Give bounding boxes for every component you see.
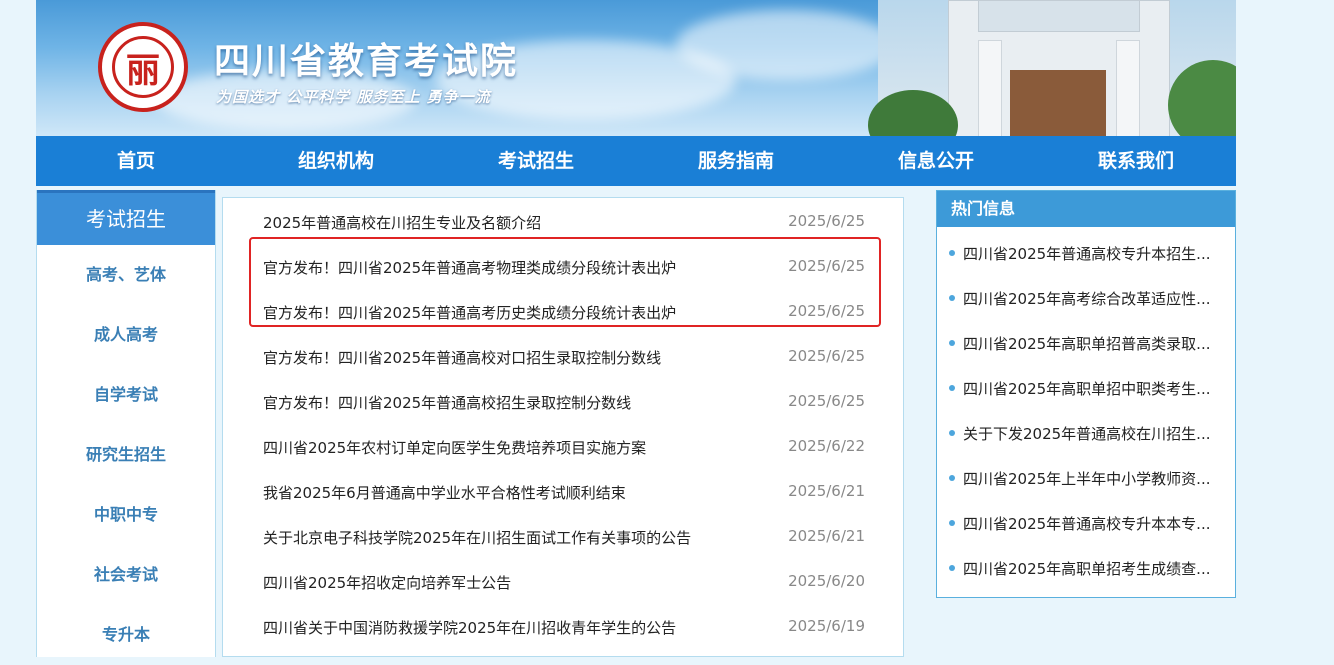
- sidebar-heading: 考试招生: [37, 190, 215, 245]
- hot-info-item[interactable]: 四川省2025年高考综合改革适应性...: [949, 286, 1227, 310]
- hot-info-panel: 热门信息 四川省2025年普通高校专升本招生... 四川省2025年高考综合改革…: [936, 190, 1236, 598]
- news-title[interactable]: 官方发布！四川省2025年普通高考物理类成绩分段统计表出炉: [263, 257, 676, 278]
- sidebar-item-social-exam[interactable]: 社会考试: [37, 545, 215, 605]
- site-slogan: 为国选才 公平科学 服务至上 勇争一流: [216, 88, 491, 106]
- hot-info-title[interactable]: 关于下发2025年普通高校在川招生...: [963, 423, 1225, 444]
- sidebar-item-vocational[interactable]: 中职中专: [37, 485, 215, 545]
- tree-decoration: [1168, 60, 1236, 136]
- sidebar-item-self-study[interactable]: 自学考试: [37, 365, 215, 425]
- cloud-decoration: [676, 10, 896, 80]
- news-date: 2025/6/21: [788, 527, 865, 545]
- nav-home[interactable]: 首页: [36, 136, 236, 186]
- list-item[interactable]: 官方发布！四川省2025年普通高校对口招生录取控制分数线 2025/6/25: [223, 333, 905, 378]
- bullet-icon: [949, 340, 955, 346]
- hot-info-item[interactable]: 四川省2025年上半年中小学教师资...: [949, 466, 1227, 490]
- hot-info-title[interactable]: 四川省2025年普通高校专升本招生...: [963, 243, 1225, 264]
- bullet-icon: [949, 475, 955, 481]
- list-item[interactable]: 官方发布！四川省2025年普通高考历史类成绩分段统计表出炉 2025/6/25: [223, 288, 905, 333]
- news-date: 2025/6/25: [788, 302, 865, 320]
- news-list: 2025年普通高校在川招生专业及名额介绍 2025/6/25 官方发布！四川省2…: [222, 197, 904, 657]
- hot-info-item[interactable]: 四川省2025年普通高校专升本招生...: [949, 241, 1227, 265]
- list-item[interactable]: 官方发布！四川省2025年普通高考物理类成绩分段统计表出炉 2025/6/25: [223, 243, 905, 288]
- nav-exam-admission[interactable]: 考试招生: [436, 136, 636, 186]
- bullet-icon: [949, 385, 955, 391]
- hot-info-item[interactable]: 关于下发2025年普通高校在川招生...: [949, 421, 1227, 445]
- building-entrance: [1010, 70, 1106, 136]
- hot-info-title[interactable]: 四川省2025年高考综合改革适应性...: [963, 288, 1225, 309]
- hot-info-item[interactable]: 四川省2025年高职单招考生成绩查...: [949, 556, 1227, 580]
- sidebar: 考试招生 高考、艺体 成人高考 自学考试 研究生招生 中职中专 社会考试 专升本: [36, 190, 216, 657]
- nav-contact[interactable]: 联系我们: [1036, 136, 1236, 186]
- news-title[interactable]: 2025年普通高校在川招生专业及名额介绍: [263, 212, 541, 233]
- building-photo: [868, 0, 1236, 136]
- news-date: 2025/6/19: [788, 617, 865, 635]
- building-top: [978, 0, 1140, 32]
- nav-organization[interactable]: 组织机构: [236, 136, 436, 186]
- hot-info-title[interactable]: 四川省2025年高职单招考生成绩查...: [963, 558, 1225, 579]
- bullet-icon: [949, 520, 955, 526]
- hot-info-title[interactable]: 四川省2025年高职单招普高类录取...: [963, 333, 1225, 354]
- hot-info-title[interactable]: 四川省2025年普通高校专升本本专...: [963, 513, 1225, 534]
- hot-info-item[interactable]: 四川省2025年高职单招中职类考生...: [949, 376, 1227, 400]
- hot-info-item[interactable]: 四川省2025年普通高校专升本本专...: [949, 511, 1227, 535]
- news-title[interactable]: 四川省2025年招收定向培养军士公告: [263, 572, 511, 593]
- logo-seal[interactable]: 丽: [98, 22, 188, 112]
- header-banner: 丽 四川省教育考试院 为国选才 公平科学 服务至上 勇争一流: [36, 0, 1236, 136]
- news-date: 2025/6/25: [788, 392, 865, 410]
- tree-decoration: [868, 90, 958, 136]
- logo-glyph: 丽: [126, 50, 160, 91]
- news-title[interactable]: 官方发布！四川省2025年普通高校对口招生录取控制分数线: [263, 347, 661, 368]
- news-date: 2025/6/22: [788, 437, 865, 455]
- list-item[interactable]: 关于北京电子科技学院2025年在川招生面试工作有关事项的公告 2025/6/21: [223, 513, 905, 558]
- hot-info-heading: 热门信息: [937, 191, 1235, 227]
- news-date: 2025/6/20: [788, 572, 865, 590]
- list-item[interactable]: 我省2025年6月普通高中学业水平合格性考试顺利结束 2025/6/21: [223, 468, 905, 513]
- building-column: [978, 40, 1002, 136]
- main-nav: 首页 组织机构 考试招生 服务指南 信息公开 联系我们: [36, 136, 1236, 186]
- bullet-icon: [949, 430, 955, 436]
- sidebar-item-gaokao[interactable]: 高考、艺体: [37, 245, 215, 305]
- bullet-icon: [949, 250, 955, 256]
- news-title[interactable]: 官方发布！四川省2025年普通高考历史类成绩分段统计表出炉: [263, 302, 676, 323]
- building-column: [1116, 40, 1140, 136]
- news-title[interactable]: 我省2025年6月普通高中学业水平合格性考试顺利结束: [263, 482, 626, 503]
- hot-info-title[interactable]: 四川省2025年高职单招中职类考生...: [963, 378, 1225, 399]
- site-title: 四川省教育考试院: [214, 41, 519, 82]
- list-item[interactable]: 官方发布！四川省2025年普通高校招生录取控制分数线 2025/6/25: [223, 378, 905, 423]
- news-date: 2025/6/25: [788, 257, 865, 275]
- sidebar-item-upgrade[interactable]: 专升本: [37, 605, 215, 665]
- news-title[interactable]: 官方发布！四川省2025年普通高校招生录取控制分数线: [263, 392, 631, 413]
- sidebar-item-adult-exam[interactable]: 成人高考: [37, 305, 215, 365]
- bullet-icon: [949, 565, 955, 571]
- news-date: 2025/6/25: [788, 212, 865, 230]
- list-item[interactable]: 2025年普通高校在川招生专业及名额介绍 2025/6/25: [223, 198, 905, 243]
- hot-info-title[interactable]: 四川省2025年上半年中小学教师资...: [963, 468, 1225, 489]
- bullet-icon: [949, 295, 955, 301]
- news-date: 2025/6/21: [788, 482, 865, 500]
- nav-service-guide[interactable]: 服务指南: [636, 136, 836, 186]
- sidebar-item-graduate[interactable]: 研究生招生: [37, 425, 215, 485]
- news-title[interactable]: 关于北京电子科技学院2025年在川招生面试工作有关事项的公告: [263, 527, 691, 548]
- news-title[interactable]: 四川省关于中国消防救援学院2025年在川招收青年学生的公告: [263, 617, 676, 638]
- list-item[interactable]: 四川省2025年招收定向培养军士公告 2025/6/20: [223, 558, 905, 603]
- news-date: 2025/6/25: [788, 347, 865, 365]
- list-item[interactable]: 四川省关于中国消防救援学院2025年在川招收青年学生的公告 2025/6/19: [223, 603, 905, 648]
- hot-info-item[interactable]: 四川省2025年高职单招普高类录取...: [949, 331, 1227, 355]
- list-item[interactable]: 四川省2025年农村订单定向医学生免费培养项目实施方案 2025/6/22: [223, 423, 905, 468]
- news-title[interactable]: 四川省2025年农村订单定向医学生免费培养项目实施方案: [263, 437, 646, 458]
- nav-info-disclosure[interactable]: 信息公开: [836, 136, 1036, 186]
